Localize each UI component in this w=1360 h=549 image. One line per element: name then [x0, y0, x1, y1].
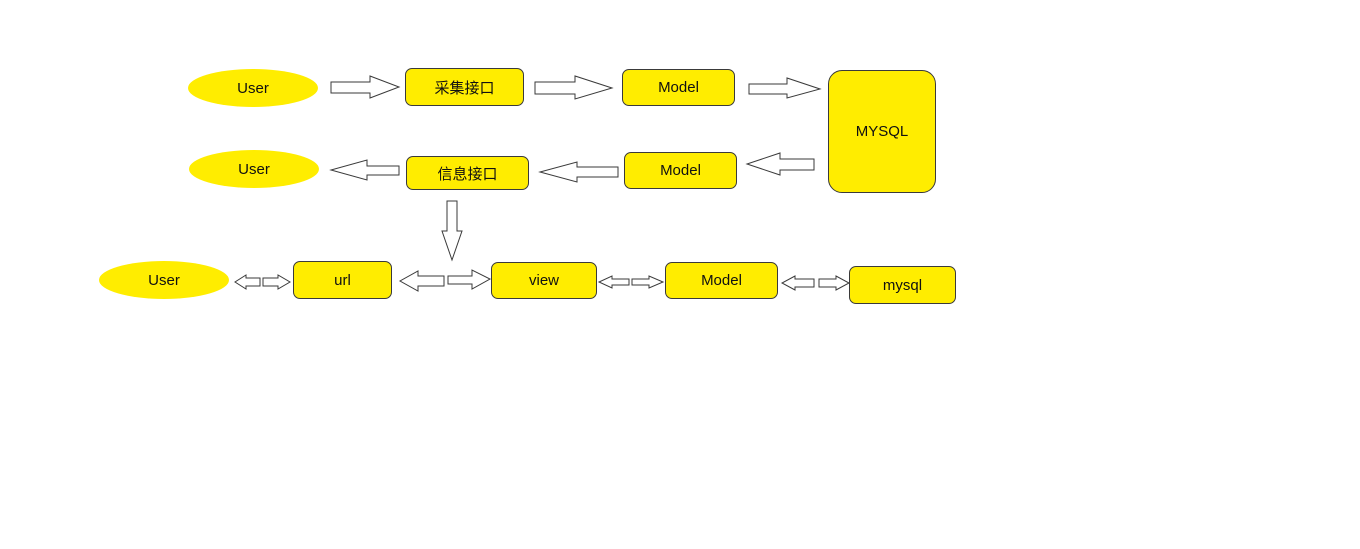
arrows-layer	[234, 75, 851, 292]
arrow-left-icon	[780, 275, 815, 291]
arrow-left-icon	[538, 161, 619, 183]
arrow-down-icon	[441, 200, 463, 262]
arrow-left-icon	[329, 159, 400, 181]
arrow-left-icon	[597, 275, 630, 289]
arrow-right-icon	[748, 77, 822, 99]
arrow-right-icon	[818, 275, 851, 291]
arrow-left-icon	[398, 270, 445, 292]
arrow-right-icon	[631, 275, 665, 289]
arrow-left-icon	[234, 274, 261, 290]
arrow-left-icon	[745, 152, 815, 176]
arrow-right-icon	[330, 75, 401, 99]
arrow-right-icon	[262, 274, 291, 290]
arrow-right-icon	[534, 75, 614, 100]
arrow-right-icon	[447, 269, 492, 290]
